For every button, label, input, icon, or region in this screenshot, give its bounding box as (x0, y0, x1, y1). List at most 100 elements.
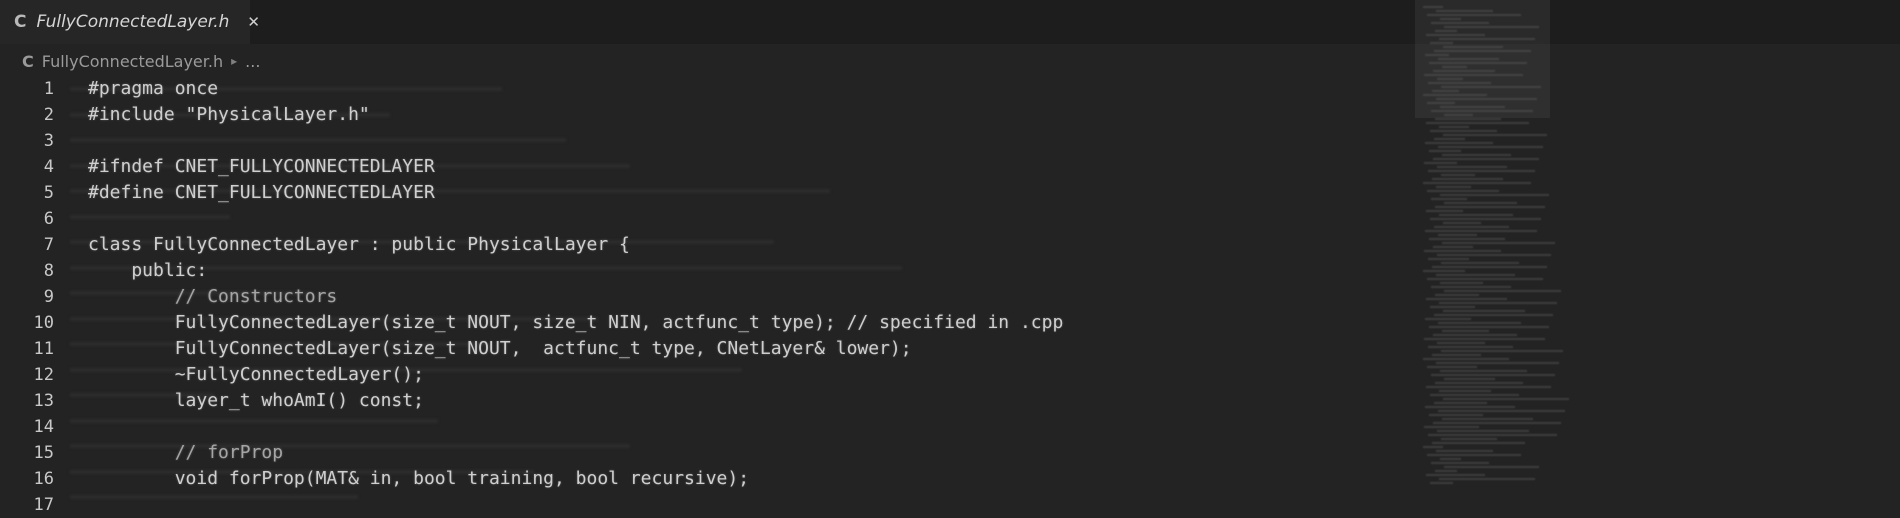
minimap-line (1439, 214, 1513, 216)
minimap-line (1440, 458, 1461, 460)
minimap[interactable] (1415, 0, 1595, 500)
minimap-line (1435, 294, 1479, 296)
minimap-line (1444, 26, 1539, 28)
code-line[interactable]: 1 #pragma once (0, 76, 1420, 102)
code-line[interactable]: 17 (0, 492, 1420, 518)
minimap-line (1434, 226, 1509, 228)
minimap-line (1436, 450, 1493, 452)
minimap-line (1423, 6, 1443, 8)
tab-fullyconnectedlayer-h[interactable]: C FullyConnectedLayer.h ✕ (0, 0, 260, 44)
code-line[interactable]: 6 (0, 206, 1420, 232)
line-code: #pragma once (88, 78, 219, 99)
line-code: ~FullyConnectedLayer(); (88, 364, 424, 385)
minimap-line (1440, 282, 1483, 284)
minimap-line (1435, 382, 1523, 384)
code-line[interactable]: 8 public: (0, 258, 1420, 284)
breadcrumb: C FullyConnectedLayer.h ▸ ... (0, 46, 1900, 76)
minimap-line (1432, 266, 1547, 268)
minimap-line (1426, 210, 1463, 212)
code-editor[interactable]: 1 #pragma once 2 #include "PhysicalLayer.h"… (0, 76, 1420, 515)
minimap-line (1424, 250, 1501, 252)
minimap-line (1426, 34, 1485, 36)
line-number: 8 (43, 261, 54, 281)
code-lines: 1 #pragma once 2 #include "PhysicalLayer.h"… (0, 76, 1420, 518)
minimap-line (1430, 394, 1519, 396)
minimap-line (1431, 286, 1511, 288)
code-line[interactable]: 10 FullyConnectedLayer(size_t NOUT, size… (0, 310, 1420, 336)
minimap-line (1435, 470, 1457, 472)
code-line[interactable]: 9 // Constructors (0, 284, 1420, 310)
minimap-line (1437, 254, 1551, 256)
minimap-line (1433, 422, 1561, 424)
minimap-line (1426, 122, 1529, 124)
minimap-line (1426, 474, 1485, 476)
minimap-line (1431, 374, 1555, 376)
minimap-line (1428, 170, 1535, 172)
minimap-line (1438, 58, 1499, 60)
code-line[interactable]: 4 #ifndef CNET_FULLYCONNECTEDLAYER (0, 154, 1420, 180)
minimap-line (1437, 430, 1529, 432)
minimap-line (1433, 246, 1473, 248)
minimap-line (1438, 410, 1565, 412)
code-line[interactable]: 14 (0, 414, 1420, 440)
minimap-line (1436, 186, 1471, 188)
line-number: 17 (33, 495, 54, 515)
code-line[interactable]: 7 class FullyConnectedLayer : public Phys… (0, 232, 1420, 258)
minimap-line (1437, 342, 1485, 344)
c-file-icon: C (14, 12, 27, 32)
code-line[interactable]: 12 ~FullyConnectedLayer(); (0, 362, 1420, 388)
minimap-line (1430, 306, 1475, 308)
line-number: 4 (43, 157, 54, 177)
minimap-line (1423, 446, 1443, 448)
minimap-line (1439, 126, 1469, 128)
line-code: layer_t whoAmI() const; (88, 390, 424, 411)
line-code: FullyConnectedLayer(size_t NOUT, actfunc… (88, 338, 912, 359)
line-number: 13 (33, 391, 54, 411)
minimap-line (1443, 310, 1525, 312)
minimap-line (1441, 174, 1475, 176)
minimap-line (1441, 262, 1519, 264)
minimap-line (1429, 62, 1527, 64)
minimap-line (1424, 338, 1545, 340)
minimap-line (1426, 386, 1551, 388)
minimap-line (1440, 194, 1549, 196)
minimap-line (1433, 334, 1517, 336)
minimap-line (1444, 290, 1561, 292)
code-line[interactable]: 5 #define CNET_FULLYCONNECTEDLAYER (0, 180, 1420, 206)
minimap-line (1427, 454, 1521, 456)
code-line[interactable]: 3 (0, 128, 1420, 154)
code-line[interactable]: 11 FullyConnectedLayer(size_t NOUT, actf… (0, 336, 1420, 362)
line-number: 12 (33, 365, 54, 385)
minimap-line (1423, 270, 1465, 272)
minimap-line (1428, 346, 1513, 348)
line-number: 1 (43, 79, 54, 99)
breadcrumb-file[interactable]: FullyConnectedLayer.h (42, 52, 223, 71)
minimap-line (1442, 66, 1467, 68)
code-line[interactable]: 13 layer_t whoAmI() const; (0, 388, 1420, 414)
minimap-line (1435, 118, 1501, 120)
code-line[interactable]: 15 // forProp (0, 440, 1420, 466)
code-line[interactable]: 16 void forProp(MAT& in, bool training, … (0, 466, 1420, 492)
close-icon[interactable]: ✕ (247, 13, 260, 31)
minimap-line (1440, 106, 1505, 108)
minimap-line (1443, 222, 1481, 224)
tab-bar: C FullyConnectedLayer.h ✕ (0, 0, 1900, 44)
line-number: 10 (33, 313, 54, 333)
minimap-line (1428, 258, 1469, 260)
minimap-line (1442, 154, 1511, 156)
breadcrumb-more[interactable]: ... (245, 52, 260, 71)
line-number: 14 (33, 417, 54, 437)
minimap-line (1440, 18, 1461, 20)
code-line[interactable]: 2 #include "PhysicalLayer.h" (0, 102, 1420, 128)
minimap-line (1432, 90, 1459, 92)
line-number: 2 (43, 105, 54, 125)
minimap-line (1428, 434, 1557, 436)
line-code: // forProp (88, 442, 284, 463)
minimap-line (1432, 442, 1525, 444)
tab-label: FullyConnectedLayer.h (36, 12, 230, 32)
minimap-line (1442, 330, 1489, 332)
minimap-line (1427, 14, 1521, 16)
minimap-line (1443, 46, 1503, 48)
minimap-line (1429, 326, 1549, 328)
